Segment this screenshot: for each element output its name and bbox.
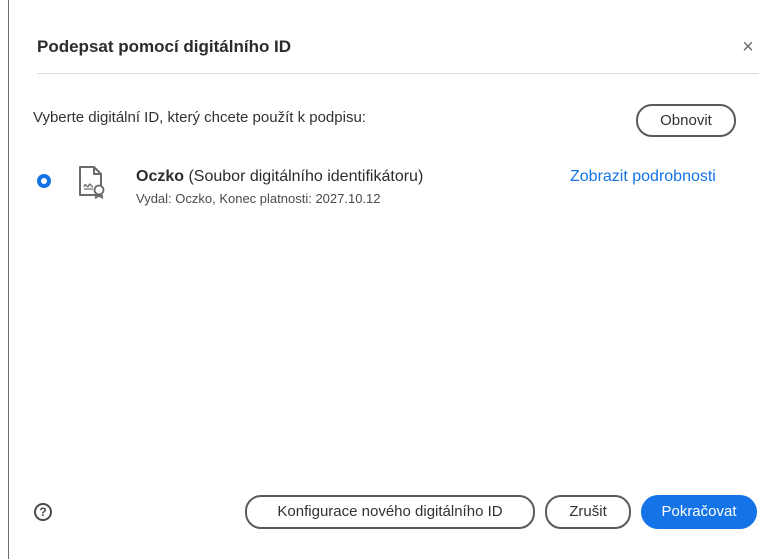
sign-dialog: Podepsat pomocí digitálního ID × Vyberte… <box>9 0 773 559</box>
cancel-button[interactable]: Zrušit <box>545 495 631 529</box>
continue-button[interactable]: Pokračovat <box>641 495 757 529</box>
select-id-prompt: Vyberte digitální ID, který chcete použí… <box>33 109 366 126</box>
dialog-title: Podepsat pomocí digitálního ID <box>37 37 292 56</box>
close-icon[interactable]: × <box>737 36 759 58</box>
help-icon[interactable]: ? <box>34 503 52 521</box>
certificate-file-icon <box>79 166 105 199</box>
show-details-link[interactable]: Zobrazit podrobnosti <box>570 168 716 186</box>
digital-id-type: (Soubor digitálního identifikátoru) <box>188 168 424 185</box>
title-divider <box>37 73 759 74</box>
digital-id-name: Oczko (Soubor digitálního identifikátoru… <box>136 168 423 186</box>
configure-new-id-button[interactable]: Konfigurace nového digitálního ID <box>245 495 535 529</box>
digital-id-details: Vydal: Oczko, Konec platnosti: 2027.10.1… <box>136 191 381 206</box>
refresh-button[interactable]: Obnovit <box>636 104 736 137</box>
digital-id-label: Oczko <box>136 168 185 185</box>
digital-id-radio[interactable] <box>37 174 51 188</box>
